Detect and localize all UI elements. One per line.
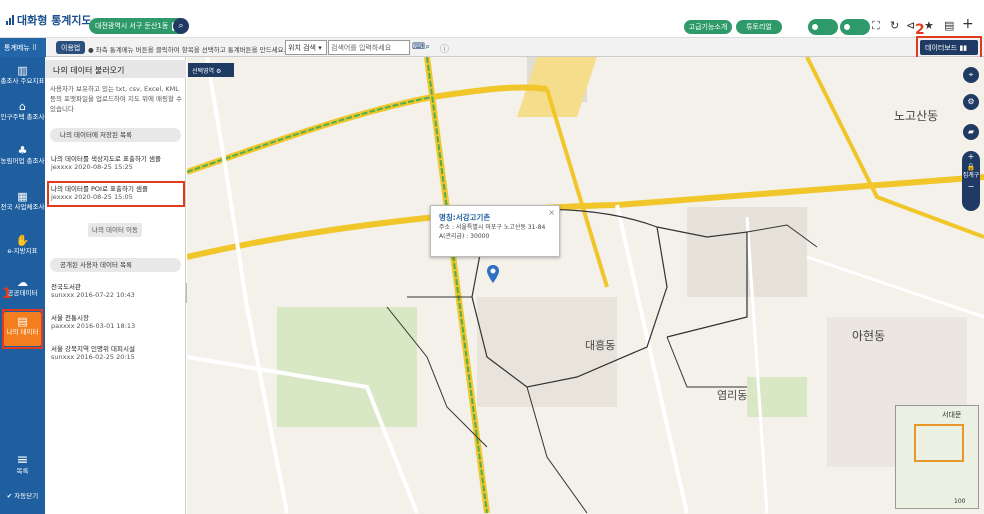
saved-item-name: 나의 데이터를 색상지도로 표출하기 샘플 — [51, 155, 161, 163]
usage-button[interactable]: 이용법 — [56, 41, 86, 54]
map-canvas[interactable]: 대흥동 염리동 아현동 노고산동 — [187, 57, 984, 514]
refresh-icon[interactable]: ↻ — [890, 19, 899, 32]
address-search-input[interactable]: 검색어를 입력하세요 — [328, 40, 410, 55]
panel-description: 사용자가 보유하고 있는 txt, csv, Excel, KML 등의 포맷파… — [50, 85, 182, 113]
building-icon: ▦ — [17, 190, 28, 203]
popup-value: A(관리급) : 30000 — [439, 233, 490, 240]
annotation-tag-1: 1 — [2, 286, 12, 302]
zoom-in-icon[interactable]: + — [962, 151, 980, 163]
hint-text: ● 좌측 통계메뉴 버튼을 클릭하여 항목을 선택하고 통계버튼을 만드세요. — [88, 44, 286, 54]
saved-item[interactable]: 나의 데이터를 색상지도로 표출하기 샘플 jexxxx 2020-08-25 1… — [51, 155, 161, 171]
sidebar-item-business[interactable]: ▦ 전국 사업체조사 — [0, 190, 45, 211]
district-label-ahyeon: 아현동 — [852, 329, 886, 343]
check-icon: ✔ — [6, 492, 13, 500]
sidebar-label: 총조사 주요지표 — [0, 77, 45, 85]
popup-address: 주소 : 서울특별시 마포구 노고산동 31-84 — [439, 224, 546, 231]
public-item-name: 서울 강북지역 인명위 대피시설 — [51, 345, 135, 353]
highlight-poi-sample — [47, 181, 185, 207]
hand-icon: ✋ — [15, 234, 30, 247]
move-data-button[interactable]: 나의 데이터 이동 — [88, 223, 142, 237]
tutorial-button[interactable]: 튜토리얼 — [736, 20, 782, 34]
map-toggle[interactable] — [808, 19, 838, 35]
sidebar-label: e-지방지표 — [7, 247, 38, 255]
region-label: 대전광역시 서구 둔산1동 — [95, 22, 169, 30]
select-area-label: 선택영역 — [192, 68, 215, 75]
saved-list-header: 나의 데이터에 저장된 목록 — [50, 128, 181, 142]
zoom-out-icon[interactable]: − — [962, 181, 980, 193]
select-area-button[interactable]: 선택영역 ⚙ — [188, 63, 234, 77]
map-scale: 100 — [954, 498, 966, 505]
sidebar-label: 인구주택 총조사 — [0, 113, 45, 121]
public-item-meta: sunxxx 2016-07-22 10:43 — [51, 291, 135, 299]
sidebar-label: 전국 사업체조사 — [0, 203, 45, 211]
zoom-control[interactable]: + 🔒 집계구 − — [962, 151, 980, 211]
auto-close-label: 자동닫기 — [14, 492, 39, 500]
stat-menu-button[interactable]: 통계메뉴 ⠿ — [0, 38, 46, 57]
minimap-label: 서대문 — [942, 411, 962, 419]
sidebar-label: 공공데이터 — [7, 289, 38, 297]
magnifier-icon[interactable]: ⌕ — [425, 42, 430, 52]
overview-minimap[interactable]: 서대문 100 — [895, 405, 979, 509]
saved-item-meta: jexxxx 2020-08-25 15:25 — [51, 163, 133, 171]
sidebar-list-label: 목록 — [16, 467, 29, 475]
layer-toggle[interactable] — [840, 19, 870, 35]
zoom-lock-icon: 🔒 — [966, 163, 976, 171]
public-item-name: 전국도서관 — [51, 283, 81, 291]
poi-popup: × 명칭:서강고기촌 주소 : 서울특별시 마포구 노고산동 31-84 A(관… — [430, 205, 560, 257]
sidebar-item-census-key[interactable]: ▥ 총조사 주요지표 — [0, 64, 45, 85]
auto-close-toggle[interactable]: ✔ 자동닫기 — [0, 492, 45, 500]
public-item-meta: paxxxx 2016-03-01 18:13 — [51, 322, 136, 330]
app-logo[interactable]: 대화형 통계지도 — [6, 12, 92, 28]
grid-icon: ⠿ — [32, 44, 38, 52]
stat-menu-label: 통계메뉴 — [4, 44, 30, 52]
zoom-level-label: 집계구 — [962, 172, 980, 179]
map-drawing — [187, 57, 984, 514]
share-icon[interactable]: ⊲ — [906, 19, 915, 32]
public-item[interactable]: 서울 강북지역 인명위 대피시설 sunxxx 2016-02-25 20:15 — [51, 345, 135, 361]
add-icon[interactable]: + — [962, 16, 974, 32]
location-icon[interactable]: ⌖ — [963, 67, 979, 83]
close-icon[interactable]: × — [548, 208, 555, 217]
info-dot-icon: ● — [88, 46, 94, 54]
sidebar-list-button[interactable]: ≡ 목록 — [0, 452, 45, 475]
house-icon: ⌂ — [19, 100, 26, 113]
highlight-dashboard — [916, 36, 982, 59]
fullscreen-icon[interactable]: ⛶ — [872, 19, 880, 33]
minimap-viewport[interactable] — [914, 424, 964, 462]
sidebar-item-agriculture[interactable]: ♣ 농림어업 총조사 — [0, 144, 45, 165]
search-icon[interactable]: ⌕ — [173, 18, 189, 34]
public-item[interactable]: 전국도서관 sunxxx 2016-07-22 10:43 — [51, 283, 135, 299]
settings-icon[interactable]: ⚙ — [963, 94, 979, 110]
public-item-meta: sunxxx 2016-02-25 20:15 — [51, 353, 135, 361]
panel-title: 나의 데이터 불러오기 — [45, 60, 186, 78]
info-icon[interactable]: ⓘ — [440, 42, 449, 55]
layers-icon[interactable]: ▰ — [963, 124, 979, 140]
public-list-header: 공개된 사용자 데이터 목록 — [50, 258, 181, 272]
intro-button[interactable]: 고급기능소개 — [684, 20, 732, 34]
chart-icon: ▥ — [17, 64, 28, 77]
bookmark-icon[interactable]: ★ — [924, 19, 934, 32]
farm-icon: ♣ — [17, 144, 28, 157]
location-search-select[interactable]: 위치 검색 ▾ — [285, 40, 327, 55]
public-item[interactable]: 서울 전통시장 paxxxx 2016-03-01 18:13 — [51, 314, 135, 330]
document-icon[interactable]: ▤ — [944, 19, 954, 32]
keyboard-icon[interactable]: ⌨ — [412, 42, 425, 52]
popup-title: 명칭:서강고기촌 — [439, 213, 491, 222]
sidebar-item-population[interactable]: ⌂ 인구주택 총조사 — [0, 100, 45, 121]
sidebar-label: 농림어업 총조사 — [0, 157, 45, 165]
gear-icon: ⚙ — [216, 68, 222, 75]
location-select-label: 위치 검색 — [288, 44, 316, 52]
district-label-nogosan: 노고산동 — [894, 109, 939, 123]
district-label-yeomni: 염리동 — [717, 389, 748, 402]
highlight-my-data — [2, 309, 43, 349]
hint-label: 좌측 통계메뉴 버튼을 클릭하여 항목을 선택하고 통계버튼을 만드세요. — [95, 46, 286, 54]
menu-icon: ≡ — [16, 452, 29, 468]
sidebar-item-local-index[interactable]: ✋ e-지방지표 — [0, 234, 45, 255]
logo-bars-icon — [6, 15, 14, 25]
map-pin-icon[interactable] — [487, 265, 499, 283]
app-title: 대화형 통계지도 — [17, 14, 92, 27]
district-label-daeheung: 대흥동 — [585, 339, 616, 352]
public-item-name: 서울 전통시장 — [51, 314, 89, 322]
